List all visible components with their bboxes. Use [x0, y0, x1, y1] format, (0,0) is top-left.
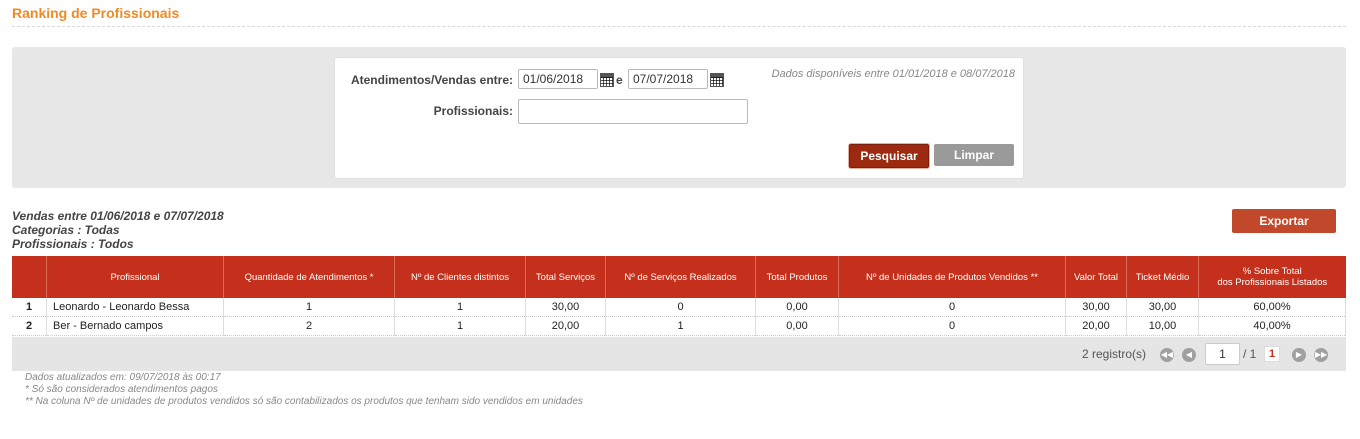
column-header-product-units[interactable]: Nº de Unidades de Produtos Vendidos ** [838, 256, 1066, 298]
percent-total: 40,00% [1198, 316, 1346, 336]
record-count: 2 registro(s) [1082, 347, 1147, 361]
date-to-input[interactable] [628, 69, 708, 89]
title-divider [12, 26, 1346, 27]
calendar-icon[interactable] [710, 73, 724, 87]
professional-name: Leonardo - Leonardo Bessa [46, 298, 224, 317]
period-label: Atendimentos/Vendas entre: [350, 73, 513, 87]
column-header-professional[interactable]: Profissional [46, 256, 224, 298]
total-services: 20,00 [525, 316, 606, 336]
total-value: 30,00 [1065, 298, 1127, 317]
table-row: 2 Ber - Bernado campos 2 1 20,00 1 0,00 … [12, 316, 1346, 336]
column-header-average-ticket[interactable]: Ticket Médio [1126, 256, 1199, 298]
clear-button[interactable]: Limpar [934, 144, 1014, 166]
row-index: 1 [12, 298, 47, 317]
distinct-clients: 1 [394, 316, 526, 336]
average-ticket: 10,00 [1126, 316, 1199, 336]
report-summary: Vendas entre 01/06/2018 e 07/07/2018 Cat… [12, 209, 224, 251]
page-total: / 1 [1243, 347, 1257, 361]
column-header-distinct-clients[interactable]: Nº de Clientes distintos [394, 256, 526, 298]
date-from-input[interactable] [518, 69, 598, 89]
page-title: Ranking de Profissionais [12, 5, 180, 21]
page-number-input[interactable] [1205, 343, 1240, 365]
current-page-link[interactable]: 1 [1264, 346, 1280, 362]
product-units: 0 [838, 298, 1066, 317]
last-page-icon[interactable]: ▶▶ [1314, 348, 1328, 362]
professionals-label: Profissionais: [433, 104, 513, 118]
total-services: 30,00 [525, 298, 606, 317]
column-header-services-performed[interactable]: Nº de Serviços Realizados [605, 256, 756, 298]
column-header-appointments[interactable]: Quantidade de Atendimentos * [223, 256, 395, 298]
availability-note: Dados disponíveis entre 01/01/2018 e 08/… [771, 68, 1015, 80]
footnotes: Dados atualizados em: 09/07/2018 às 00:1… [25, 372, 583, 408]
pagination-bar: 2 registro(s) ◀◀ ◀ / 1 1 ▶ ▶▶ [12, 337, 1346, 371]
export-button[interactable]: Exportar [1232, 209, 1336, 233]
summary-period: Vendas entre 01/06/2018 e 07/07/2018 [12, 209, 224, 223]
table-row: 1 Leonardo - Leonardo Bessa 1 1 30,00 0 … [12, 298, 1346, 317]
column-header-index [12, 256, 47, 298]
product-units-note: ** Na coluna Nº de unidades de produtos … [25, 396, 583, 407]
ranking-table: Profissional Quantidade de Atendimentos … [12, 256, 1346, 336]
average-ticket: 30,00 [1126, 298, 1199, 317]
column-header-total-products[interactable]: Total Produtos [755, 256, 839, 298]
summary-professionals: Profissionais : Todos [12, 237, 134, 251]
professionals-input[interactable] [518, 99, 748, 124]
filter-panel: Atendimentos/Vendas entre: e Dados dispo… [12, 47, 1346, 188]
previous-page-icon[interactable]: ◀ [1182, 348, 1196, 362]
appointments-count: 1 [223, 298, 395, 317]
total-products: 0,00 [755, 316, 839, 336]
column-header-percent-total[interactable]: % Sobre Total dos Profissionais Listados [1198, 256, 1346, 298]
table-header-row: Profissional Quantidade de Atendimentos … [12, 256, 1346, 298]
services-performed: 1 [605, 316, 756, 336]
professional-name: Ber - Bernado campos [46, 316, 224, 336]
data-updated-note: Dados atualizados em: 09/07/2018 às 00:1… [25, 372, 221, 383]
percent-total: 60,00% [1198, 298, 1346, 317]
column-header-total-value[interactable]: Valor Total [1065, 256, 1127, 298]
distinct-clients: 1 [394, 298, 526, 317]
summary-categories: Categorias : Todas [12, 223, 120, 237]
services-performed: 0 [605, 298, 756, 317]
first-page-icon[interactable]: ◀◀ [1160, 348, 1174, 362]
paid-appointments-note: * Só são considerados atendimentos pagos [25, 384, 218, 395]
product-units: 0 [838, 316, 1066, 336]
total-products: 0,00 [755, 298, 839, 317]
column-header-total-services[interactable]: Total Serviços [525, 256, 606, 298]
row-index: 2 [12, 316, 47, 336]
next-page-icon[interactable]: ▶ [1292, 348, 1306, 362]
total-value: 20,00 [1065, 316, 1127, 336]
calendar-icon[interactable] [600, 73, 614, 87]
search-button[interactable]: Pesquisar [849, 144, 929, 168]
filter-form: Atendimentos/Vendas entre: e Dados dispo… [334, 57, 1024, 179]
appointments-count: 2 [223, 316, 395, 336]
date-separator: e [616, 73, 623, 87]
